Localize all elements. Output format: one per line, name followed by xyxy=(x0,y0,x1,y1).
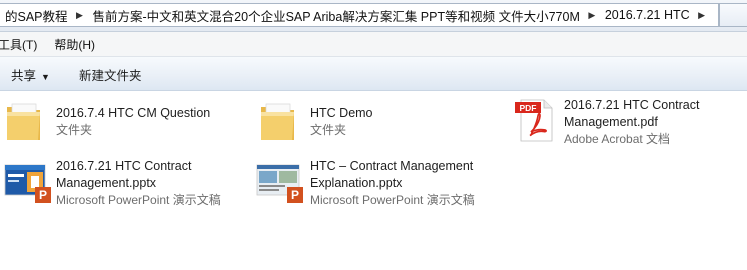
menu-tools[interactable]: 工具(T) xyxy=(0,36,37,53)
file-type: 文件夹 xyxy=(310,123,347,137)
address-bar: 的SAP教程 ▶ 售前方案-中文和英文混合20个企业SAP Ariba解决方案汇… xyxy=(0,0,747,32)
command-bar: 共享 ▼ 新建文件夹 xyxy=(0,57,747,91)
breadcrumb-item[interactable]: 的SAP教程 xyxy=(0,6,72,25)
file-type: Microsoft PowerPoint 演示文稿 xyxy=(310,193,475,207)
ppt-badge-label: P xyxy=(39,188,47,202)
new-folder-button[interactable]: 新建文件夹 xyxy=(79,65,142,84)
pptx-thumbnail-icon: P xyxy=(4,164,51,203)
file-item[interactable]: P 2016.7.21 HTC Contract Management.pptx… xyxy=(4,157,244,211)
address-dropdown-button[interactable] xyxy=(719,3,747,27)
file-item[interactable]: P HTC – Contract Management Explanation.… xyxy=(256,157,506,211)
breadcrumb-separator-icon[interactable]: ▶ xyxy=(694,10,710,21)
pptx-thumbnail-icon: P xyxy=(256,164,303,203)
file-type: 文件夹 xyxy=(56,123,93,137)
file-name-line2: Explanation.pptx xyxy=(310,176,403,190)
file-name: 2016.7.21 HTC Contract xyxy=(564,98,700,112)
file-name: 2016.7.4 HTC CM Question xyxy=(56,106,211,120)
breadcrumb-item[interactable]: 2016.7.21 HTC xyxy=(600,8,694,22)
folder-icon xyxy=(7,103,40,140)
ppt-badge-label: P xyxy=(291,188,299,202)
breadcrumb-item[interactable]: 售前方案-中文和英文混合20个企业SAP Ariba解决方案汇集 PPT等和视频… xyxy=(88,6,584,25)
menu-help[interactable]: 帮助(H) xyxy=(54,36,95,53)
breadcrumb-separator-icon[interactable]: ▶ xyxy=(584,10,600,21)
file-item[interactable]: PDF 2016.7.21 HTC Contract Management.pd… xyxy=(512,96,742,150)
file-name: HTC Demo xyxy=(310,106,373,120)
menu-bar: 工具(T) 帮助(H) xyxy=(0,32,747,57)
share-button[interactable]: 共享 ▼ xyxy=(11,65,50,84)
breadcrumb[interactable]: 的SAP教程 ▶ 售前方案-中文和英文混合20个企业SAP Ariba解决方案汇… xyxy=(0,3,719,27)
file-item[interactable]: 2016.7.4 HTC CM Question 文件夹 xyxy=(4,96,244,150)
file-name-line2: Management.pptx xyxy=(56,176,157,190)
new-folder-label: 新建文件夹 xyxy=(79,69,142,83)
pdf-badge-label: PDF xyxy=(520,103,537,113)
pdf-file-icon: PDF xyxy=(515,99,553,142)
breadcrumb-separator-icon[interactable]: ▶ xyxy=(72,10,88,21)
file-name-line2: Management.pdf xyxy=(564,115,658,129)
folder-icon xyxy=(261,103,294,140)
share-label: 共享 xyxy=(11,69,37,83)
file-type: Microsoft PowerPoint 演示文稿 xyxy=(56,193,221,207)
chevron-down-icon: ▼ xyxy=(41,72,50,82)
file-type: Adobe Acrobat 文档 xyxy=(564,132,671,146)
file-item[interactable]: HTC Demo 文件夹 xyxy=(258,96,498,150)
file-name: 2016.7.21 HTC Contract xyxy=(56,159,192,173)
file-name: HTC – Contract Management xyxy=(310,159,474,173)
